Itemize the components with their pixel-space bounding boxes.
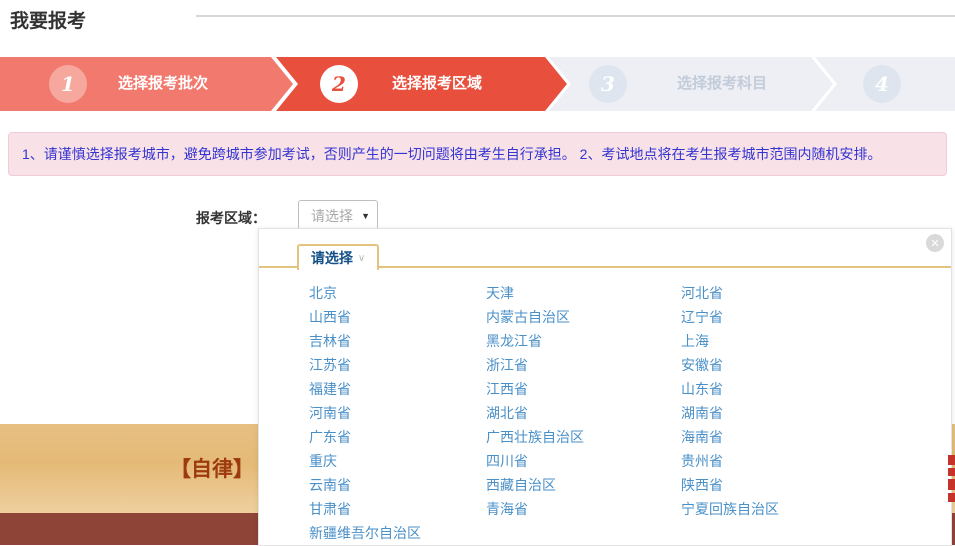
region-picker-panel: ✕ 请选择 ∨ 北京 天津 河北省山西省 内蒙古自治区 辽宁省吉林省 黑龙江省 上海江苏省 浙… [258,228,952,546]
province-link[interactable]: 广东省 [309,427,351,447]
step-1-batch[interactable]: 1 选择报考批次 [0,57,293,111]
step-4-number: 4 [863,65,901,103]
step-4: 4 [815,57,955,111]
step-2-number: 2 [320,65,358,103]
province-link[interactable]: 江苏省 [309,355,351,375]
step-2-label: 选择报考区域 [392,57,482,111]
province-link[interactable]: 湖南省 [681,403,723,423]
step-3-label: 选择报考科目 [677,57,767,111]
province-link[interactable]: 四川省 [486,451,528,471]
chevron-down-icon: ∨ [358,253,365,264]
tab-please-select[interactable]: 请选择 ∨ [297,244,379,270]
province-link[interactable]: 新疆维吾尔自治区 [309,523,421,543]
province-link[interactable]: 北京 [309,283,337,303]
step-wizard: 1 选择报考批次 2 选择报考区域 3 选择报考科目 4 [0,57,955,111]
province-link[interactable]: 吉林省 [309,331,351,351]
province-link[interactable]: 河北省 [681,283,723,303]
province-link[interactable]: 浙江省 [486,355,528,375]
province-link[interactable]: 云南省 [309,475,351,495]
province-link[interactable]: 广西壮族自治区 [486,427,584,447]
banner-right-fragment [947,453,955,508]
province-link[interactable]: 海南省 [681,427,723,447]
close-icon[interactable]: ✕ [926,234,944,252]
notice-text: 1、请谨慎选择报考城市，避免跨城市参加考试，否则产生的一切问题将由考生自行承担。… [22,144,881,164]
province-link[interactable]: 山西省 [309,307,351,327]
province-link[interactable]: 甘肃省 [309,499,351,519]
tab-label: 请选择 [311,248,353,268]
step-2-region[interactable]: 2 选择报考区域 [276,57,567,111]
step-1-label: 选择报考批次 [118,57,208,111]
page-title: 我要报考 [10,6,86,33]
province-link[interactable]: 河南省 [309,403,351,423]
notice-banner: 1、请谨慎选择报考城市，避免跨城市参加考试，否则产生的一切问题将由考生自行承担。… [8,132,947,176]
step-1-number: 1 [49,65,87,103]
province-link[interactable]: 福建省 [309,379,351,399]
province-link[interactable]: 重庆 [309,451,337,471]
region-select[interactable]: 请选择 ▼ [298,200,378,231]
province-link[interactable]: 安徽省 [681,355,723,375]
header-divider [196,15,955,17]
province-link[interactable]: 陕西省 [681,475,723,495]
province-grid: 北京 天津 河北省山西省 内蒙古自治区 辽宁省吉林省 黑龙江省 上海江苏省 浙江省 安徽省福建省… [309,281,779,545]
province-link[interactable]: 江西省 [486,379,528,399]
province-link[interactable]: 黑龙江省 [486,331,542,351]
province-link[interactable]: 湖北省 [486,403,528,423]
province-link[interactable]: 上海 [681,331,709,351]
province-link[interactable]: 西藏自治区 [486,475,556,495]
step-3-number: 3 [589,65,627,103]
province-link[interactable]: 天津 [486,283,514,303]
province-link[interactable]: 辽宁省 [681,307,723,327]
select-chevron-icon: ▼ [361,211,370,221]
province-link[interactable]: 宁夏回族自治区 [681,499,779,519]
province-link[interactable]: 贵州省 [681,451,723,471]
region-select-value: 请选择 [311,206,353,226]
province-link[interactable]: 内蒙古自治区 [486,307,570,327]
step-3-subject: 3 选择报考科目 [549,57,833,111]
province-link[interactable]: 山东省 [681,379,723,399]
region-field-label: 报考区域： [196,208,266,228]
province-link[interactable]: 青海省 [486,499,528,519]
promo-banner-text: 【自律】 [170,453,254,483]
